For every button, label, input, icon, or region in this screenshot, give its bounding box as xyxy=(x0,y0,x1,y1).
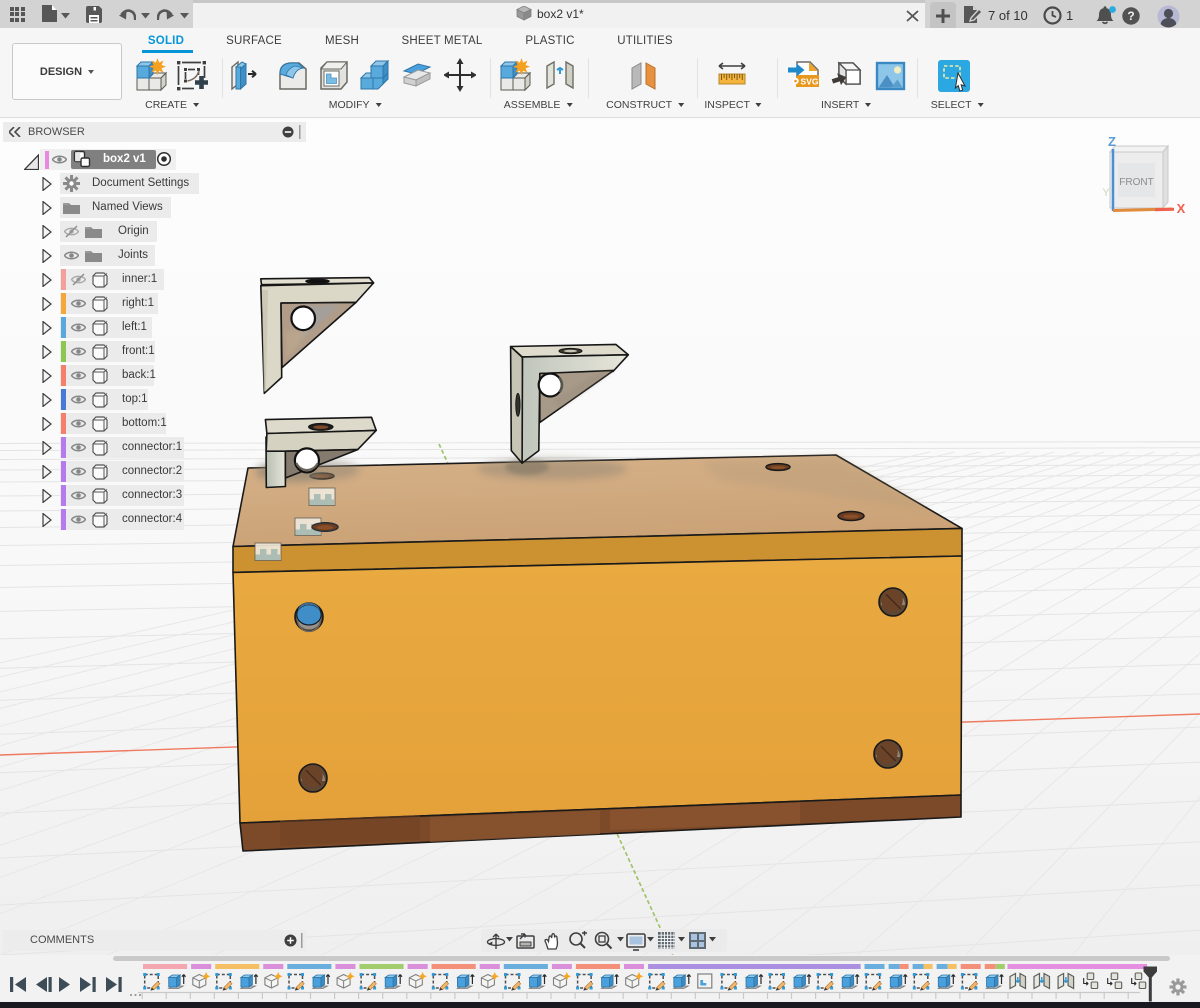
svg-text:Y: Y xyxy=(1102,187,1110,199)
svg-text:FRONT: FRONT xyxy=(1119,177,1153,188)
svg-text:Z: Z xyxy=(1108,134,1116,149)
svg-text:?: ? xyxy=(1127,9,1134,23)
svg-text:SVG: SVG xyxy=(801,77,819,87)
svg-text:X: X xyxy=(1177,201,1186,216)
